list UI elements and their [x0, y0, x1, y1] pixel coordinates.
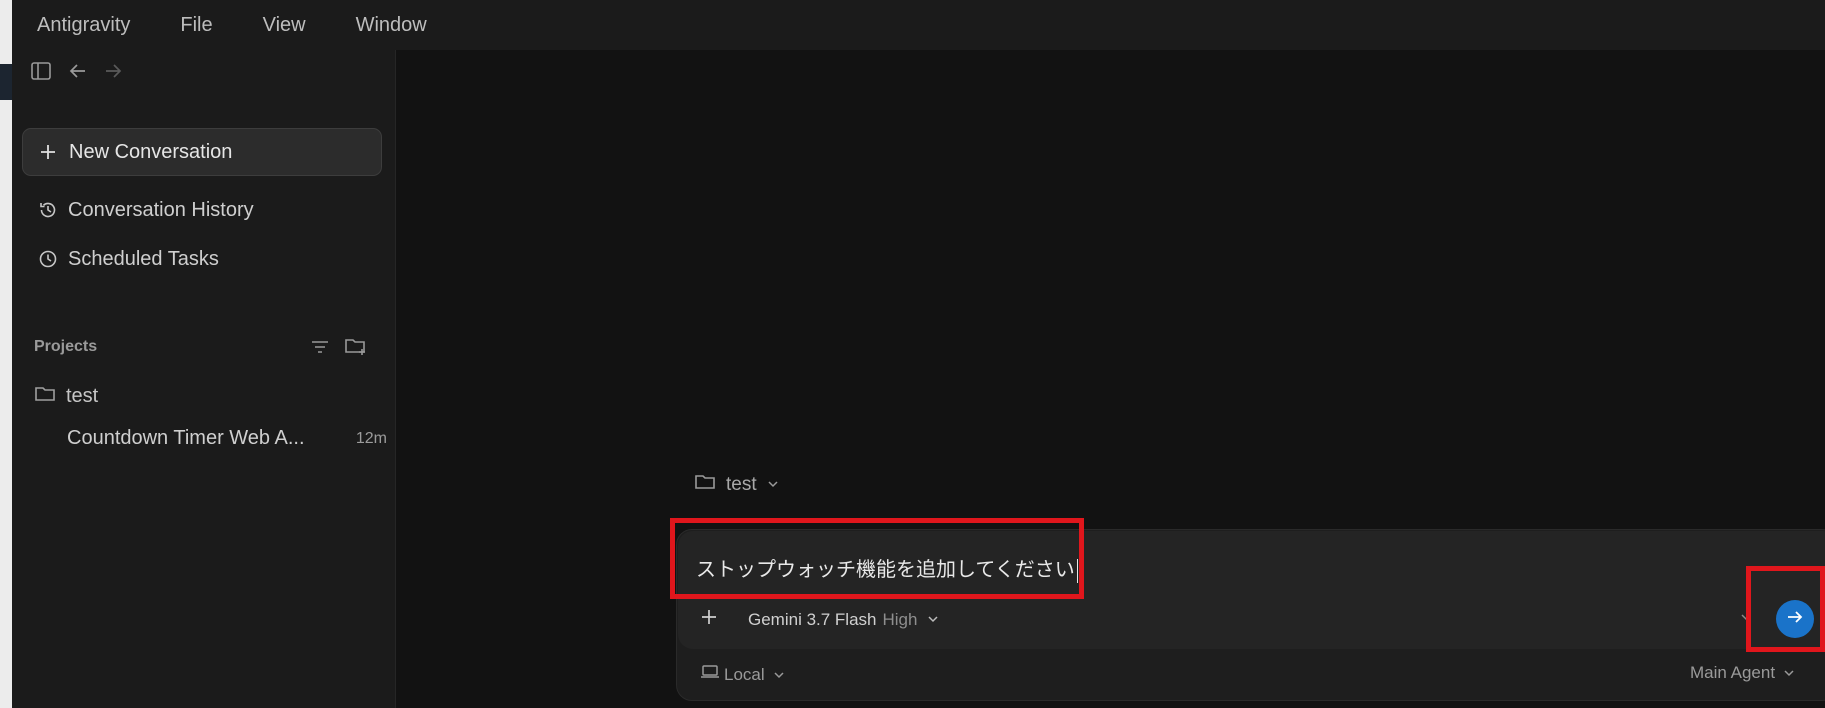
- model-name[interactable]: Gemini 3.7 Flash: [748, 610, 877, 630]
- menu-bar: Antigravity File View Window: [12, 0, 1825, 50]
- agent-mode-selector[interactable]: Main Agent: [1690, 663, 1795, 683]
- forward-arrow-icon[interactable]: [102, 60, 124, 82]
- projects-heading: Projects: [34, 338, 98, 355]
- plus-icon: [39, 143, 57, 161]
- highlight-box-prompt: [670, 518, 1084, 599]
- project-name: test: [66, 385, 99, 407]
- conversation-history-label: Conversation History: [68, 198, 254, 221]
- agent-mode-label: Main Agent: [1690, 663, 1776, 682]
- folder-icon: [34, 384, 56, 409]
- chevron-down-icon: [773, 665, 785, 685]
- context-folder-selector[interactable]: test: [694, 472, 779, 497]
- chevron-down-icon: [767, 476, 779, 494]
- highlight-box-send: [1746, 566, 1825, 652]
- context-folder-label: test: [726, 473, 757, 495]
- filter-icon[interactable]: [309, 337, 331, 357]
- laptop-icon: [700, 663, 720, 686]
- new-conversation-label: New Conversation: [69, 140, 233, 163]
- chevron-down-icon: [1783, 663, 1795, 683]
- window-left-edge: [0, 0, 12, 708]
- menu-view[interactable]: View: [263, 14, 306, 37]
- new-conversation-button[interactable]: New Conversation: [22, 128, 382, 176]
- menu-file[interactable]: File: [180, 14, 212, 37]
- menu-window[interactable]: Window: [356, 14, 427, 37]
- menu-app-name[interactable]: Antigravity: [37, 14, 130, 37]
- location-selector[interactable]: Local: [700, 663, 785, 686]
- scheduled-tasks-label: Scheduled Tasks: [68, 247, 219, 270]
- conversation-item[interactable]: Countdown Timer Web A... 12m: [67, 427, 387, 450]
- conversation-age: 12m: [355, 429, 387, 447]
- history-icon: [38, 200, 58, 220]
- chevron-down-icon[interactable]: [927, 611, 939, 629]
- model-selector-row: Gemini 3.7 Flash High: [700, 608, 939, 631]
- sidebar-item-conversation-history[interactable]: Conversation History: [22, 188, 380, 232]
- add-attachment-icon[interactable]: [700, 608, 718, 631]
- project-item-test[interactable]: test: [34, 384, 98, 409]
- conversation-title: Countdown Timer Web A...: [67, 427, 305, 449]
- window-left-edge-dark: [0, 64, 12, 100]
- clock-icon: [38, 249, 58, 269]
- sidebar: New Conversation Conversation History Sc…: [12, 50, 396, 708]
- new-folder-icon[interactable]: [344, 336, 368, 358]
- location-label: Local: [724, 664, 765, 684]
- back-arrow-icon[interactable]: [67, 60, 89, 82]
- sidebar-item-scheduled-tasks[interactable]: Scheduled Tasks: [22, 237, 380, 281]
- sidebar-toggle-icon[interactable]: [30, 60, 52, 82]
- model-level[interactable]: High: [883, 610, 918, 630]
- folder-icon: [694, 472, 716, 497]
